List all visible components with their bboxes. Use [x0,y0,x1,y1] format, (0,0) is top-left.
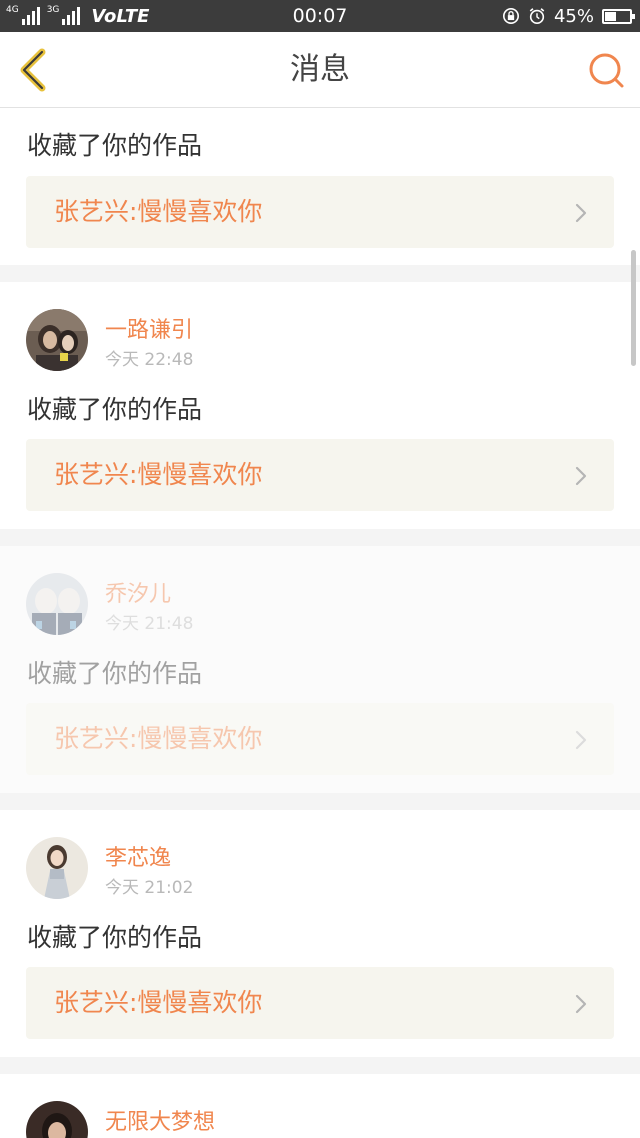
username[interactable]: 李芯逸 [105,840,171,872]
battery-percent: 45% [553,5,594,27]
chevron-right-icon [575,466,587,486]
message-card: 乔汐儿 今天 21:48 收藏了你的作品 张艺兴:慢慢喜欢你 [0,546,640,793]
message-card: 一路谦引 今天 22:48 收藏了你的作品 张艺兴:慢慢喜欢你 [0,282,640,529]
action-text: 收藏了你的作品 [27,659,203,688]
avatar[interactable] [26,1101,88,1138]
timestamp: 今天 21:02 [105,878,194,898]
work-title: 张艺兴:慢慢喜欢你 [54,988,263,1017]
message-card: 收藏了你的作品 张艺兴:慢慢喜欢你 [0,108,640,265]
search-icon[interactable] [586,50,626,90]
chevron-right-icon [575,203,587,223]
username[interactable]: 乔汐儿 [105,576,171,608]
work-link[interactable]: 张艺兴:慢慢喜欢你 [26,176,614,248]
action-text: 收藏了你的作品 [27,131,203,160]
action-text: 收藏了你的作品 [27,395,203,424]
work-title: 张艺兴:慢慢喜欢你 [54,724,263,753]
status-icons: 45% [502,0,635,32]
username[interactable]: 无限大梦想 [105,1104,215,1136]
message-card: 李芯逸 今天 21:02 收藏了你的作品 张艺兴:慢慢喜欢你 [0,810,640,1057]
alarm-icon [529,8,545,25]
message-card: 无限大梦想 [0,1074,640,1138]
avatar[interactable] [26,837,88,899]
battery-level-fill [605,11,616,21]
lock-rotation-icon [502,7,519,25]
scrollbar[interactable] [631,250,636,366]
timestamp: 今天 21:48 [105,614,194,634]
page-title: 消息 [290,52,350,87]
timestamp: 今天 22:48 [105,350,194,370]
battery-icon [602,8,635,24]
work-title: 张艺兴:慢慢喜欢你 [54,197,263,226]
chevron-right-icon [575,994,587,1014]
avatar[interactable] [26,309,88,371]
status-bar: 4G 3G VoLTE 00:07 45% [0,0,640,32]
username[interactable]: 一路谦引 [105,312,193,344]
chevron-right-icon [575,730,587,750]
avatar[interactable] [26,573,88,635]
action-text: 收藏了你的作品 [27,923,203,952]
work-title: 张艺兴:慢慢喜欢你 [54,460,263,489]
screen: 4G 3G VoLTE 00:07 45% 消息 收藏了你的作品 张艺兴:慢慢喜… [0,0,640,1138]
work-link[interactable]: 张艺兴:慢慢喜欢你 [26,703,614,775]
work-link[interactable]: 张艺兴:慢慢喜欢你 [26,439,614,511]
header-bar: 消息 [0,32,640,108]
work-link[interactable]: 张艺兴:慢慢喜欢你 [26,967,614,1039]
